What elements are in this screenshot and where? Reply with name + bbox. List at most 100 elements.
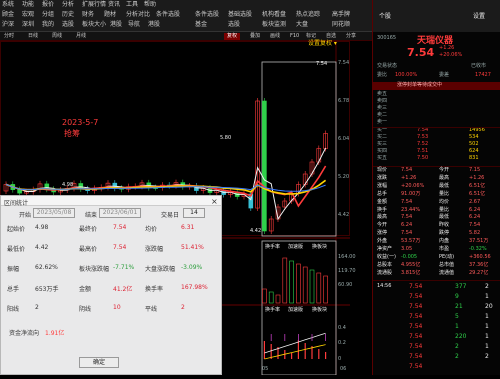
book-divider <box>373 127 500 128</box>
stat-value: 51.41% <box>181 244 204 251</box>
macd-axis-1: 0.2 <box>338 340 346 346</box>
menu-r3-2[interactable]: 我的 <box>42 22 54 28</box>
sub-axis-0: 164.00 <box>338 254 356 260</box>
count-label: 交易日 <box>161 212 180 219</box>
tb-f10[interactable]: F10 <box>290 34 299 39</box>
dialog-title: 区间统计 <box>4 200 29 207</box>
tb-week[interactable]: 周线 <box>52 34 62 39</box>
stat-label: 涨跌 <box>377 174 388 181</box>
stat-label: 涨幅 <box>377 182 388 189</box>
tb-draw[interactable]: 画线 <box>270 34 280 39</box>
stat-label: 换手 <box>377 206 388 213</box>
menu-r2-1[interactable]: 宏观 <box>22 12 34 18</box>
menu-r3-7[interactable]: 港股 <box>148 22 160 28</box>
buy-level-volume: 624 <box>469 148 479 154</box>
stat-value: 6.51亿 <box>469 190 486 197</box>
tick-price: 7.54 <box>409 323 423 330</box>
menu-mid-2[interactable]: 基金 <box>195 22 207 28</box>
high-label: 7.54 <box>316 61 328 67</box>
ticks-divider <box>373 280 500 281</box>
sub-tab-2[interactable]: 换板块 <box>312 245 327 250</box>
tb-fenshi[interactable]: 分时 <box>4 34 14 39</box>
tick-volume: 2 <box>455 343 459 350</box>
chart-setting-label[interactable]: 设置复权 ▾ <box>308 41 337 47</box>
menu-analysis[interactable]: 分析 <box>62 2 74 8</box>
axis-tick-2: 6.04 <box>338 136 350 142</box>
dialog-close-icon[interactable]: × <box>211 197 218 206</box>
sell-level-label: 卖五 <box>377 91 388 97</box>
stat-value: 29.27亿 <box>469 269 489 276</box>
menu-system[interactable]: 系统 <box>2 2 14 8</box>
price-change: +1.26 <box>439 45 455 51</box>
menu-tools[interactable]: 工具 <box>126 2 138 8</box>
menu-r3-4[interactable]: 板块大小 <box>82 22 106 28</box>
menu-r3-3[interactable]: 选股 <box>62 22 74 28</box>
tb-watch[interactable]: 自选 <box>326 34 336 39</box>
sub2-tab-2[interactable]: 换板块 <box>312 308 327 313</box>
sub-tab-1[interactable]: 加速版 <box>288 245 303 250</box>
menu-ext[interactable]: 扩展行情 <box>82 2 106 8</box>
menu-right-2[interactable]: 高手牌 <box>332 12 350 18</box>
stat-value: 37.36亿 <box>469 261 489 268</box>
tick-volume: 377 <box>455 283 467 290</box>
stat-label: 市盈 <box>439 246 450 252</box>
menu-r2-0[interactable]: 顾金 <box>2 12 14 18</box>
end-date-field[interactable]: 2023/06/01 <box>99 208 141 218</box>
ok-button[interactable]: 确定 <box>79 357 119 368</box>
menu-r2-3[interactable]: 历史 <box>62 12 74 18</box>
tick-price: 7.54 <box>409 353 423 360</box>
sub2-tab-0[interactable]: 换手率 <box>265 308 280 313</box>
sub2-tab-1[interactable]: 加速版 <box>288 308 303 313</box>
start-date-field[interactable]: 2023/05/08 <box>33 208 75 218</box>
menu-right-0[interactable]: 机构看盘 <box>262 12 286 18</box>
menu-r3-5[interactable]: 港股 <box>110 22 122 28</box>
stat-value: 4.955亿 <box>401 261 421 268</box>
menu-news[interactable]: 资讯 <box>108 2 120 8</box>
tick-price: 7.54 <box>409 303 423 310</box>
tb-month[interactable]: 月线 <box>76 34 86 39</box>
menu-function[interactable]: 功能 <box>22 2 34 8</box>
menu-mid-3[interactable]: 选股 <box>228 22 240 28</box>
volume-bars-group <box>262 257 328 304</box>
stat-label: 平线 <box>145 306 158 313</box>
tb-fuquan[interactable]: 复权 <box>224 33 241 40</box>
count-field[interactable]: 14 <box>183 208 205 218</box>
stat-label: PE(动) <box>439 253 455 260</box>
menu-r2-4[interactable]: 财务 <box>82 12 94 18</box>
menu-r2-2[interactable]: 分组 <box>42 12 54 18</box>
menu-right-5[interactable]: 同花顺 <box>332 22 350 28</box>
stat-value: 7.54 <box>401 230 413 237</box>
stats-divider <box>373 166 500 167</box>
menu-r3-1[interactable]: 深圳 <box>22 22 34 28</box>
buy-level-label: 买三 <box>377 141 388 147</box>
stat-label: 最低价 <box>7 246 26 253</box>
tb-overlay[interactable]: 叠加 <box>250 34 260 39</box>
sub-tab-0[interactable]: 换手率 <box>265 245 280 250</box>
menu-right-4[interactable]: 大盘 <box>296 22 308 28</box>
tick-price: 7.54 <box>409 293 423 300</box>
quote-tab-left[interactable]: 个股 <box>379 14 391 20</box>
tb-day[interactable]: 日线 <box>28 34 38 39</box>
volume-bar <box>296 263 301 304</box>
menu-r3-0[interactable]: 沪深 <box>2 22 14 28</box>
stat-value: 7.15 <box>469 167 481 173</box>
tb-share[interactable]: 分享 <box>346 34 356 39</box>
menu-help[interactable]: 帮助 <box>144 2 156 8</box>
menu-right-1[interactable]: 热点追踪 <box>296 12 320 18</box>
menu-right-3[interactable]: 板块监测 <box>262 22 286 28</box>
menu-r2-5[interactable]: 题材 <box>104 12 116 18</box>
tick-count: 2 <box>485 283 489 290</box>
buy-level-price: 7.54 <box>417 127 429 133</box>
menu-r2-7[interactable]: 条件选股 <box>156 12 180 18</box>
net-flow-label: 资金净流向 <box>9 330 40 337</box>
tb-mark[interactable]: 标记 <box>306 34 316 39</box>
menu-r3-6[interactable]: 导航 <box>128 22 140 28</box>
menu-mid-1[interactable]: 基础选股 <box>228 12 252 18</box>
menu-mid-0[interactable]: 条件选股 <box>195 12 219 18</box>
stat-value: 62.62% <box>35 264 58 271</box>
quote-tab-right[interactable]: 设置 <box>473 14 485 20</box>
tick-price: 7.54 <box>409 343 423 350</box>
stat-label: 涨停 <box>377 230 388 237</box>
menu-r2-6[interactable]: 分析对比 <box>126 12 150 18</box>
menu-quote[interactable]: 报价 <box>42 2 54 8</box>
